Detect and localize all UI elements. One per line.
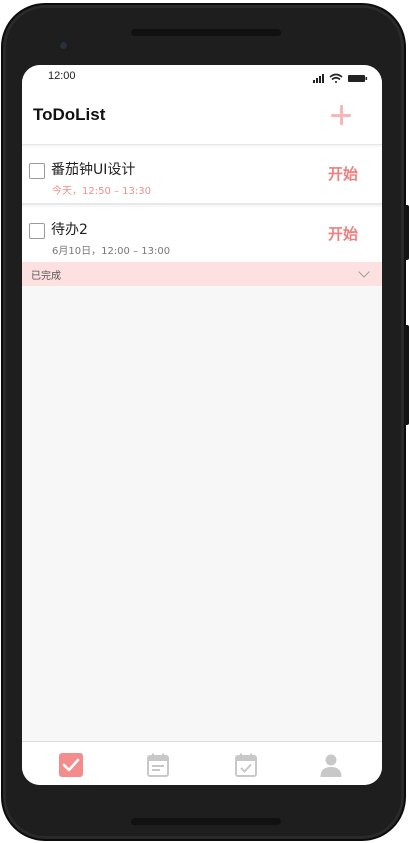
checkbox-icon	[59, 753, 83, 777]
todo-checkbox[interactable]	[29, 223, 45, 239]
volume-button	[404, 325, 409, 425]
wifi-icon	[329, 73, 343, 83]
todo-checkbox[interactable]	[29, 163, 45, 179]
chevron-down-icon	[358, 266, 370, 278]
todo-list: 番茄钟UI设计 今天，12:50 – 13:30 开始 待办2 6月10日，12…	[22, 147, 382, 267]
app-header: ToDoList	[22, 89, 382, 145]
calendar-icon	[147, 753, 169, 777]
tab-profile[interactable]	[318, 752, 344, 778]
bottom-speaker	[131, 818, 281, 825]
add-todo-button[interactable]	[328, 102, 354, 128]
tab-todo[interactable]	[58, 752, 84, 778]
status-icons	[313, 73, 368, 83]
calendar-check-icon	[235, 753, 257, 777]
todo-time: 6月10日，12:00 – 13:00	[52, 246, 171, 257]
start-button[interactable]: 开始	[328, 163, 358, 184]
completed-section-toggle[interactable]: 已完成	[22, 262, 382, 286]
status-bar: 12:00	[22, 65, 382, 89]
user-icon	[320, 754, 342, 777]
todo-item[interactable]: 待办2 6月10日，12:00 – 13:00 开始	[22, 207, 382, 265]
tab-calendar[interactable]	[145, 752, 171, 778]
completed-label: 已完成	[31, 271, 61, 282]
tab-calendar-check[interactable]	[233, 752, 259, 778]
page-title: ToDoList	[33, 105, 106, 124]
status-time: 12:00	[48, 70, 76, 82]
todo-item[interactable]: 番茄钟UI设计 今天，12:50 – 13:30 开始	[22, 147, 382, 205]
todo-title: 番茄钟UI设计	[51, 162, 136, 178]
todo-title: 待办2	[51, 222, 88, 238]
signal-icon	[313, 74, 324, 83]
bottom-tab-bar	[22, 741, 382, 785]
top-speaker	[131, 29, 281, 36]
start-button[interactable]: 开始	[328, 223, 358, 244]
battery-icon	[348, 75, 368, 82]
app-screen: 12:00 ToDoList 番茄钟UI设计 今天，12:50 – 13:30 …	[22, 65, 382, 785]
front-camera	[58, 40, 69, 51]
todo-time: 今天，12:50 – 13:30	[52, 186, 151, 197]
power-button	[404, 205, 409, 260]
